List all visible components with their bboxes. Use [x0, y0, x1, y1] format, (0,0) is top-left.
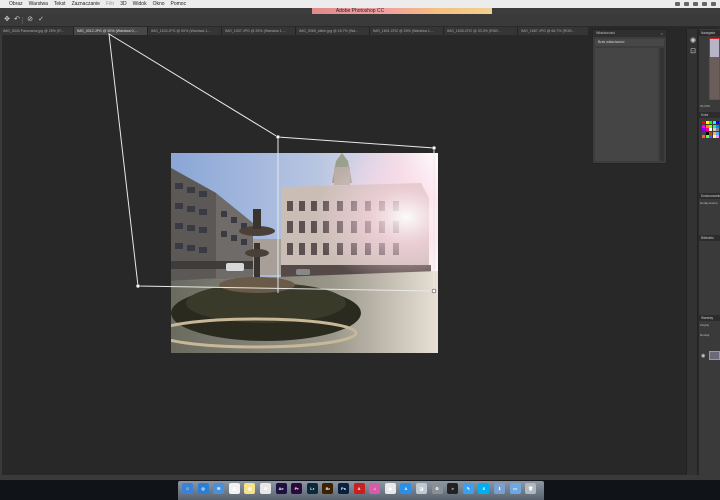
- color-swatch[interactable]: [716, 135, 719, 138]
- after-effects-icon[interactable]: Ae: [275, 483, 287, 494]
- photos-icon[interactable]: ✿: [260, 483, 271, 494]
- transform-bounding-box[interactable]: [2, 33, 588, 475]
- menu-bar: Obraz Warstwa Tekst Zaznaczanie Filtr 3D Widok…: [0, 0, 720, 8]
- menu-item-3d[interactable]: 3D: [117, 0, 129, 8]
- menu-item-warstwa[interactable]: Warstwa: [26, 0, 51, 8]
- bridge-icon[interactable]: Br: [322, 483, 334, 494]
- skype-icon[interactable]: S: [478, 483, 490, 494]
- move-tool-icon[interactable]: ✥: [3, 16, 11, 24]
- photoshop-screen: Obraz Warstwa Tekst Zaznaczanie Filtr 3D Widok…: [0, 0, 720, 500]
- premiere-icon[interactable]: Pr: [291, 483, 303, 494]
- navigator-preview[interactable]: [709, 38, 720, 100]
- layers-blend-mode[interactable]: Zwykły: [700, 323, 709, 327]
- document-tab[interactable]: IMG_1635.CR2 @ 33,3% (RGB...: [444, 27, 518, 35]
- menu-item-tekst[interactable]: Tekst: [51, 0, 69, 8]
- color-tab[interactable]: Kolor: [699, 112, 720, 118]
- downloads-icon[interactable]: ⬇: [494, 483, 505, 494]
- layers-filter-kind[interactable]: Rodzaj: [700, 333, 709, 337]
- layer-thumbnail[interactable]: [709, 351, 720, 360]
- layers-tab[interactable]: Warstwy: [699, 315, 720, 321]
- mac-dock: ☺ ◎ ✉ ▦ ▤ ✿ Ae Pr Lr Br Ps A ♫ ◉ A ◪ ⚙ > ✎ S ⬇ ▭ 🗑: [0, 480, 720, 500]
- properties-panel[interactable]: Właściwości × Brak właściwości: [592, 29, 667, 164]
- zoom-level[interactable]: 33,33%: [700, 104, 710, 108]
- folder-icon[interactable]: ▭: [509, 483, 521, 494]
- preview-icon[interactable]: ◪: [416, 483, 427, 494]
- document-tab[interactable]: IMG_1601.CR2 @ 25% (Warstwa 1,...: [370, 27, 444, 35]
- app-store-icon[interactable]: A: [400, 483, 412, 494]
- document-tab[interactable]: IMG_1687.JPG @ 66,7% (RGB...: [518, 27, 588, 35]
- properties-panel-title: Właściwości: [596, 31, 616, 35]
- properties-content: [595, 48, 658, 161]
- close-icon[interactable]: ×: [661, 30, 663, 37]
- options-bar: ✥ ↶ ⊘ ✓: [0, 14, 720, 27]
- cancel-transform-icon[interactable]: ⊘: [26, 16, 34, 24]
- right-panels: Nawigator 33,33% Kolor Dostosowanie Doda…: [699, 29, 720, 475]
- commit-transform-icon[interactable]: ✓: [37, 16, 45, 24]
- transform-handle[interactable]: [431, 288, 437, 294]
- calendar-icon[interactable]: ▦: [228, 483, 240, 494]
- safari-icon[interactable]: ◎: [197, 483, 209, 494]
- document-tab[interactable]: IMG_0043 Panorama.jpg @ 25% (R...: [0, 27, 74, 35]
- document-tab-bar: IMG_0043 Panorama.jpg @ 25% (R... IMG_001…: [0, 27, 588, 35]
- menu-status-icons[interactable]: [671, 2, 720, 6]
- panel-icon-column: ◉ ⊡: [686, 29, 698, 475]
- eye-icon[interactable]: ◉: [701, 353, 705, 359]
- canvas-area[interactable]: [2, 33, 588, 475]
- itunes-icon[interactable]: ♫: [369, 483, 381, 494]
- properties-icon[interactable]: ⊡: [689, 48, 697, 56]
- document-tab[interactable]: IMG_0065_stitch.jpg @ 16,7% (Wa...: [296, 27, 370, 35]
- libraries-tab[interactable]: Biblioteki: [699, 235, 720, 241]
- document-tab[interactable]: IMG_0012.JPG @ 50% (Warstwa 0,...: [74, 27, 148, 35]
- mail-icon[interactable]: ✉: [213, 483, 225, 494]
- system-prefs-icon[interactable]: ⚙: [431, 483, 443, 494]
- notes-icon[interactable]: ▤: [244, 483, 256, 494]
- chrome-icon[interactable]: ◉: [384, 483, 396, 494]
- history-icon[interactable]: ◉: [689, 37, 697, 45]
- swatches-grid[interactable]: [702, 121, 719, 149]
- add-adjustment-label: Dodaj dostos.: [700, 201, 719, 205]
- menu-item-obraz[interactable]: Obraz: [6, 0, 26, 8]
- transform-handle[interactable]: [275, 134, 281, 140]
- adjustments-tab[interactable]: Dostosowanie: [699, 193, 720, 199]
- finder-icon[interactable]: ☺: [182, 483, 193, 494]
- acrobat-icon[interactable]: A: [353, 483, 365, 494]
- properties-scrollbar[interactable]: [660, 48, 664, 161]
- trash-icon[interactable]: 🗑: [525, 483, 537, 494]
- menu-item-pomoc[interactable]: Pomoc: [168, 0, 190, 8]
- document-tab[interactable]: IMG_1153.JPG @ 50% (Warstwa 1,...: [148, 27, 222, 35]
- dock-shelf: ☺ ◎ ✉ ▦ ▤ ✿ Ae Pr Lr Br Ps A ♫ ◉ A ◪ ⚙ > ✎ S ⬇ ▭ 🗑: [178, 481, 544, 500]
- transform-handle[interactable]: [135, 283, 141, 289]
- terminal-icon[interactable]: >: [447, 483, 459, 494]
- properties-panel-header[interactable]: Właściwości ×: [593, 30, 666, 37]
- lightroom-icon[interactable]: Lr: [306, 483, 318, 494]
- no-properties-label: Brak właściwości: [595, 39, 664, 46]
- menu-item-widok[interactable]: Widok: [130, 0, 150, 8]
- menu-item-zaznaczanie[interactable]: Zaznaczanie: [69, 0, 103, 8]
- undo-warp-icon[interactable]: ↶: [13, 16, 21, 24]
- photoshop-icon[interactable]: Ps: [338, 483, 349, 494]
- messages-icon[interactable]: ✎: [462, 483, 474, 494]
- document-tab[interactable]: IMG_1537.JPG @ 25% (Warstwa 1,...: [222, 27, 296, 35]
- menu-item-filtr[interactable]: Filtr: [103, 0, 117, 8]
- menu-item-okno[interactable]: Okno: [150, 0, 168, 8]
- transform-handle[interactable]: [431, 145, 437, 151]
- navigator-tab[interactable]: Nawigator: [699, 30, 720, 36]
